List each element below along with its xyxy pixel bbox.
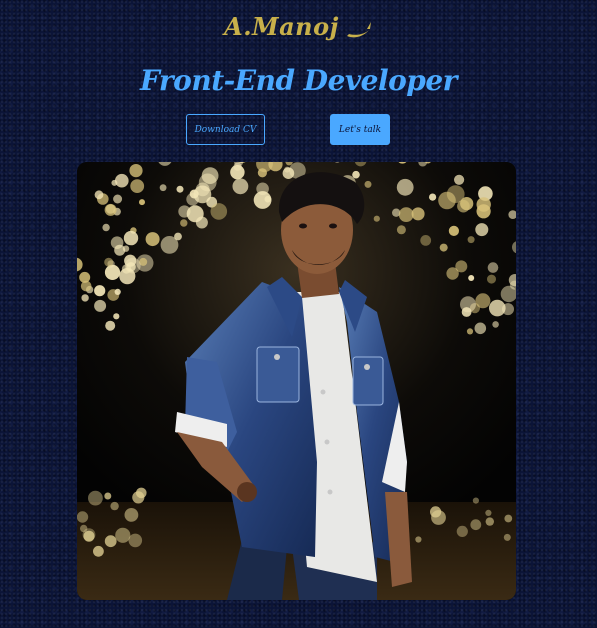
- bokeh-light: [81, 294, 89, 302]
- bokeh-light: [439, 243, 448, 252]
- bokeh-light: [176, 185, 184, 193]
- bokeh-light: [446, 267, 459, 280]
- bokeh-light: [466, 328, 474, 335]
- bokeh-light: [104, 257, 114, 267]
- bokeh-light: [475, 223, 489, 237]
- bokeh-light: [364, 180, 372, 188]
- logo[interactable]: A.Manoj: [0, 12, 597, 42]
- bokeh-light: [470, 519, 482, 531]
- bokeh-light: [456, 525, 468, 537]
- bokeh-light: [396, 178, 414, 196]
- download-cv-button[interactable]: Download CV: [186, 114, 265, 145]
- bokeh-light: [460, 296, 476, 313]
- bokeh-light: [110, 501, 119, 511]
- bokeh-light: [398, 207, 414, 222]
- bokeh-light: [448, 225, 459, 236]
- bokeh-light: [429, 193, 437, 201]
- bokeh-light: [232, 178, 249, 195]
- bokeh-light: [503, 533, 511, 541]
- bokeh-light: [195, 216, 208, 229]
- bokeh-light: [104, 535, 117, 548]
- bokeh-light: [115, 527, 131, 543]
- bokeh-light: [180, 219, 188, 227]
- bokeh-light: [80, 524, 88, 533]
- bokeh-light: [474, 322, 487, 335]
- bokeh-light: [123, 230, 139, 246]
- profile-photo-illustration: [77, 162, 516, 600]
- bokeh-light: [502, 303, 514, 316]
- bokeh-light: [282, 167, 295, 179]
- bokeh-light: [210, 203, 228, 220]
- bokeh-light: [472, 497, 479, 504]
- bokeh-light: [485, 517, 494, 526]
- bokeh-light: [93, 545, 104, 557]
- bokeh-light: [159, 184, 167, 192]
- bokeh-light: [104, 203, 117, 216]
- logo-text: A.Manoj: [224, 12, 339, 41]
- bokeh-light: [352, 170, 360, 179]
- bokeh-light: [88, 490, 103, 506]
- page-title: Front-End Developer: [140, 64, 457, 97]
- bokeh-light: [431, 510, 446, 525]
- bokeh-light: [475, 293, 491, 309]
- bokeh-light: [94, 190, 104, 200]
- bokeh-light: [467, 236, 475, 244]
- bokeh-light: [487, 274, 496, 284]
- brush-stroke-icon: [346, 21, 371, 37]
- bokeh-light: [114, 288, 121, 295]
- bokeh-light: [124, 508, 139, 522]
- bokeh-light: [113, 194, 123, 204]
- bokeh-light: [178, 205, 191, 218]
- bokeh-light: [104, 492, 112, 500]
- bokeh-light: [80, 280, 92, 292]
- bokeh-light: [130, 179, 145, 193]
- bokeh-light: [129, 164, 143, 178]
- bokeh-light: [105, 320, 116, 331]
- bokeh-light: [94, 285, 106, 297]
- bokeh-light: [373, 215, 380, 222]
- bokeh-light: [145, 232, 160, 247]
- bokeh-light: [415, 536, 422, 543]
- bokeh-light: [83, 530, 95, 542]
- bokeh-light: [396, 225, 406, 235]
- bokeh-light: [487, 262, 499, 273]
- bokeh-light: [160, 236, 179, 254]
- bokeh-light: [476, 204, 491, 219]
- bokeh-light: [485, 509, 492, 516]
- bokeh-light: [114, 244, 126, 256]
- bokeh-light: [126, 262, 136, 272]
- bokeh-light: [77, 511, 89, 523]
- bokeh-light: [468, 275, 475, 281]
- bokeh-light: [94, 299, 107, 312]
- bokeh-light: [139, 199, 145, 206]
- bokeh-light: [195, 182, 210, 197]
- bokeh-light: [504, 514, 513, 523]
- bokeh-light: [128, 533, 143, 548]
- bokeh-light: [446, 185, 465, 203]
- bokeh-light: [454, 174, 465, 185]
- profile-photo: [77, 162, 516, 600]
- bokeh-light: [136, 487, 147, 499]
- bokeh-light: [420, 235, 432, 246]
- bokeh-light: [113, 313, 120, 320]
- lets-talk-button[interactable]: Let's talk: [330, 114, 390, 145]
- bokeh-light: [115, 173, 129, 188]
- bokeh-light: [102, 223, 110, 232]
- bokeh-light: [492, 321, 499, 328]
- bokeh-light: [253, 191, 272, 209]
